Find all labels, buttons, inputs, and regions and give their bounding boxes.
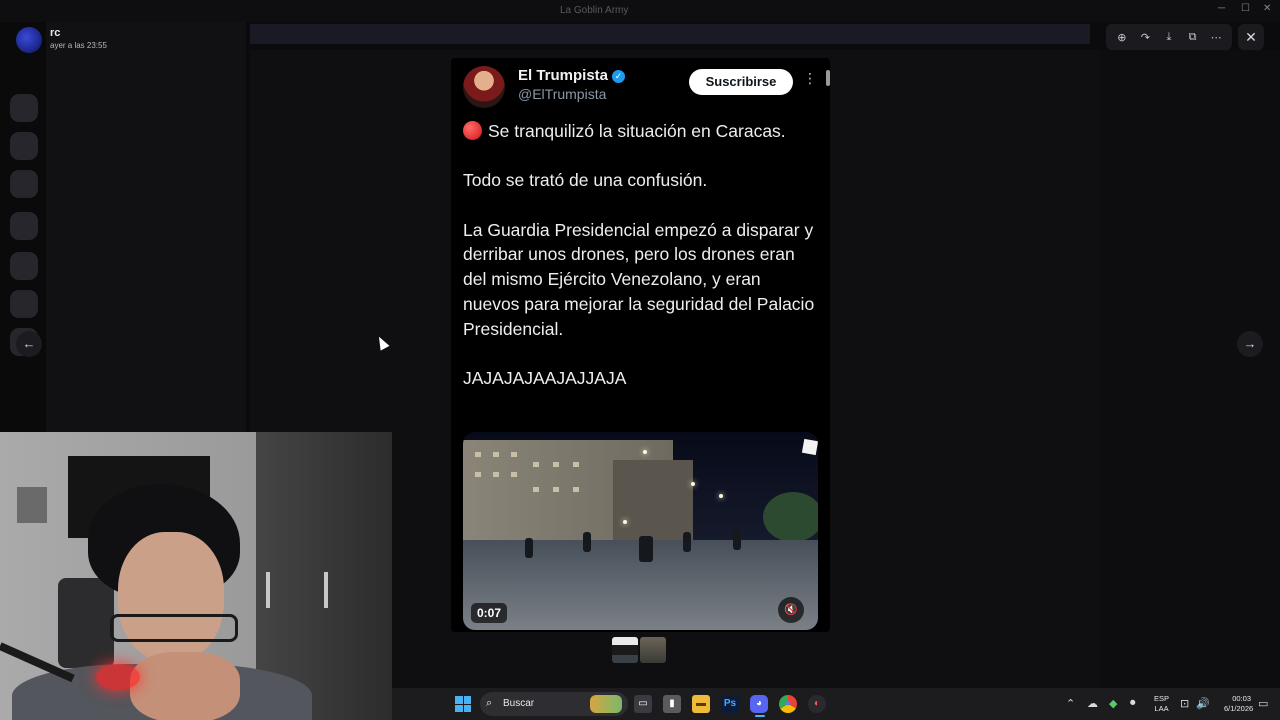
window-close-icon[interactable]: ✕ [1263, 3, 1271, 14]
subscribe-button: Suscribirse [689, 69, 793, 95]
microphone-icon[interactable]: ⏺ [1130, 697, 1136, 710]
server-icon[interactable] [10, 212, 38, 240]
streamer-face [118, 532, 224, 662]
red-circle-icon [463, 121, 482, 140]
active-app-indicator [755, 715, 765, 717]
windows-start-icon[interactable] [455, 696, 471, 712]
network-icon[interactable]: ⊡ [1180, 697, 1189, 710]
zoom-in-icon[interactable]: ⊕ [1112, 31, 1132, 44]
tweet-line: La Guardia Presidencial empezó a dispara… [463, 219, 815, 339]
minimize-icon[interactable]: ─ [1218, 3, 1225, 14]
tray-app-icon[interactable]: ☁ [1087, 697, 1098, 710]
download-icon[interactable]: ⤓ [1159, 31, 1179, 44]
muted-speaker-icon: 🔇 [778, 597, 804, 623]
discord-icon[interactable]: ◕ [750, 695, 768, 713]
tray-app-icon[interactable]: ◆ [1109, 697, 1117, 710]
next-arrow-icon[interactable]: → [1237, 331, 1263, 357]
volume-icon[interactable]: 🔊 [1196, 697, 1210, 710]
uploader-avatar[interactable] [16, 27, 42, 53]
tweet-more-icon: ⋮ [803, 70, 817, 86]
channel-list [46, 22, 246, 432]
tweet-author-name: El Trumpista ✓ [518, 67, 626, 84]
tweet-card: El Trumpista ✓ @ElTrumpista Suscribirse ⋮… [451, 58, 830, 632]
server-icon[interactable] [10, 132, 38, 160]
server-icon[interactable] [10, 170, 38, 198]
video-duration: 0:07 [471, 603, 508, 623]
tweet-text: Se tranquilizó la situación en Caracas. … [463, 119, 819, 415]
taskbar-clock[interactable]: 00:03 6/1/2026 [1224, 694, 1253, 714]
tray-chevron-icon[interactable]: ⌃ [1066, 697, 1075, 710]
uploader-info: rc ayer a las 23:55 [16, 27, 107, 53]
app-icon[interactable]: ▮ [663, 695, 681, 713]
window-title: La Goblin Army [560, 5, 629, 16]
glasses [110, 614, 238, 642]
previous-arrow-icon[interactable]: ← [16, 331, 42, 357]
tweet-line: Se tranquilizó la situación en Caracas. [488, 121, 786, 141]
tweet-video: 0:07 🔇 [463, 432, 818, 630]
chrome-icon[interactable]: ● [779, 695, 797, 713]
upload-timestamp: ayer a las 23:55 [50, 41, 107, 50]
tweet-author-avatar [463, 66, 505, 108]
more-icon[interactable]: ⋯ [1206, 31, 1226, 44]
video-overlay-corner [801, 438, 818, 456]
member-list [1100, 50, 1280, 690]
search-placeholder: Buscar [503, 698, 535, 709]
webcam-overlay [0, 432, 392, 720]
maximize-icon[interactable]: ☐ [1241, 3, 1250, 14]
scrollbar [826, 70, 830, 86]
screen: La Goblin Army ─ ☐ ✕ rc ayer a las 23:55 [0, 0, 1280, 720]
open-external-icon[interactable]: ⧉ [1183, 31, 1203, 44]
server-list [0, 22, 46, 432]
notification-icon[interactable]: ▭ [1258, 697, 1268, 710]
notice-banner [250, 24, 1090, 44]
attachment-thumbnails [612, 637, 666, 663]
tweet-line: Todo se trató de una confusión. [463, 170, 708, 191]
language-indicator[interactable]: ESP LAA [1154, 694, 1169, 714]
search-highlight-image [590, 695, 622, 713]
search-icon: ⌕ [486, 697, 493, 709]
viewer-close-button[interactable]: ✕ [1238, 24, 1264, 50]
viewer-toolbar: ⊕ ↷ ⤓ ⧉ ⋯ [1106, 24, 1232, 50]
thumbnail-selected[interactable] [640, 637, 666, 663]
file-explorer-icon[interactable]: ▬ [692, 695, 710, 713]
window-titlebar [0, 0, 1280, 22]
verified-badge-icon: ✓ [612, 70, 626, 83]
app-icon[interactable]: ◐ [808, 695, 826, 713]
tweet-author-handle: @ElTrumpista [518, 86, 607, 102]
tweet-line: JAJAJAJAAJAJJAJA [463, 367, 627, 388]
uploader-name[interactable]: rc [50, 27, 107, 39]
photoshop-icon[interactable]: Ps [721, 695, 739, 713]
task-view-icon[interactable]: ▭ [634, 695, 652, 713]
server-icon[interactable] [10, 94, 38, 122]
server-icon[interactable] [10, 252, 38, 280]
server-icon[interactable] [10, 290, 38, 318]
thumbnail[interactable] [612, 637, 638, 663]
forward-icon[interactable]: ↷ [1135, 31, 1155, 44]
